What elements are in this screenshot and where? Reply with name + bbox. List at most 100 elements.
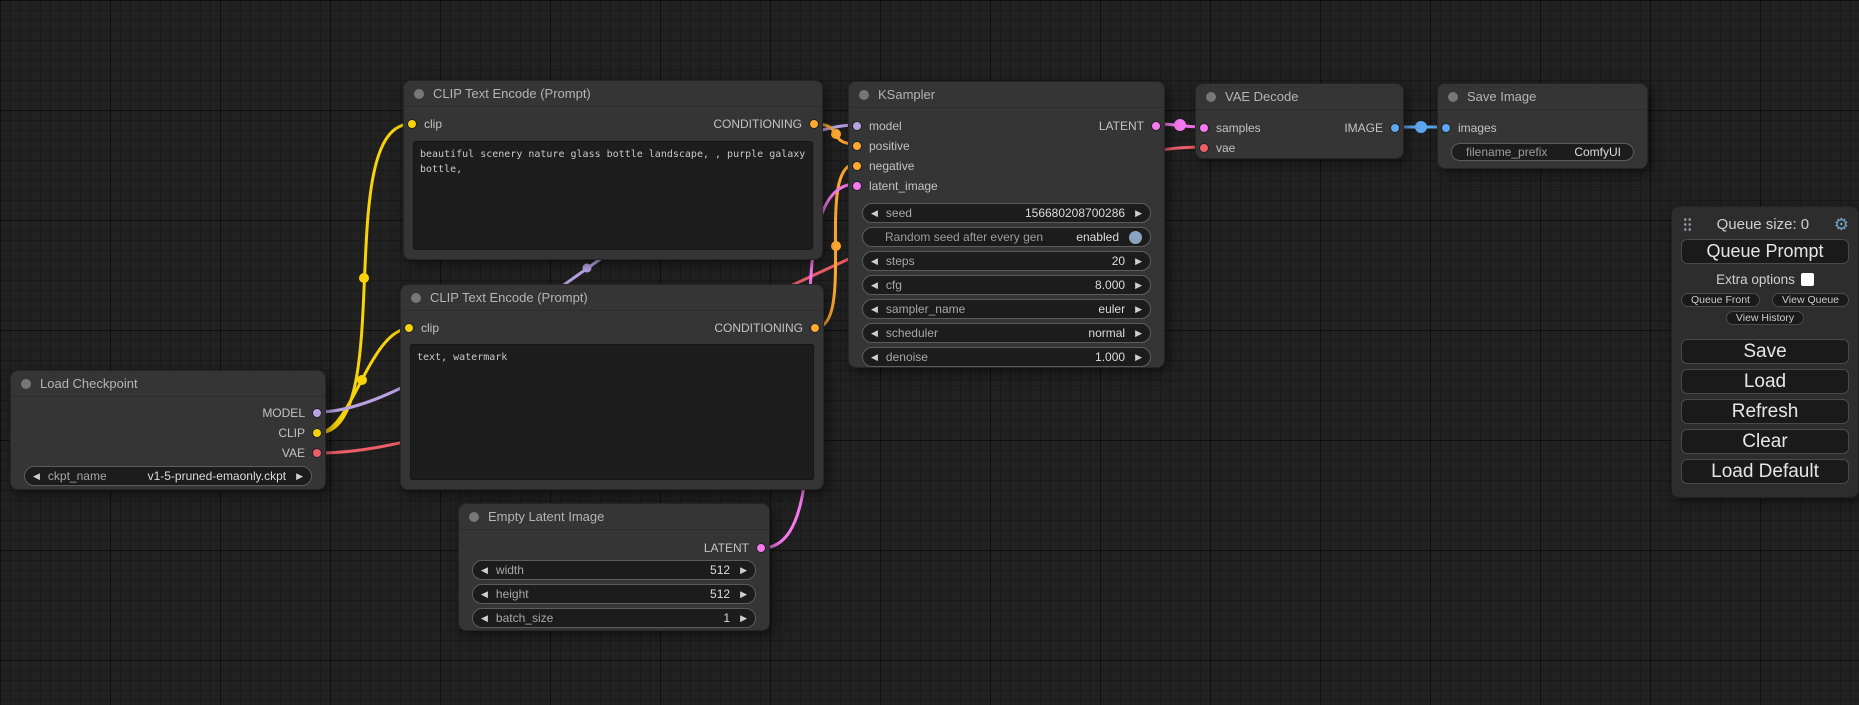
- queue-front-button[interactable]: Queue Front: [1681, 293, 1760, 307]
- input-slot-samples[interactable]: samples: [1199, 121, 1261, 135]
- model-input-dot[interactable]: [852, 121, 862, 131]
- samples-input-dot[interactable]: [1199, 123, 1209, 133]
- decrement-arrow-icon[interactable]: ◀: [871, 304, 878, 315]
- toggle-circle-icon[interactable]: [1129, 231, 1142, 244]
- input-slot-clip[interactable]: clip: [407, 117, 442, 131]
- save-button[interactable]: Save: [1681, 339, 1849, 364]
- output-slot-image[interactable]: IMAGE: [1344, 121, 1400, 135]
- widget-ckpt-name[interactable]: ◀ ckpt_name v1-5-pruned-emaonly.ckpt ▶: [24, 466, 312, 486]
- input-slot-positive[interactable]: positive: [852, 139, 910, 153]
- decrement-arrow-icon[interactable]: ◀: [871, 208, 878, 219]
- node-load-checkpoint[interactable]: Load Checkpoint MODEL CLIP VAE ◀ ckpt_na…: [10, 370, 326, 490]
- collapse-dot-icon[interactable]: [414, 89, 424, 99]
- widget-seed[interactable]: ◀ seed 156680208700286 ▶: [862, 203, 1151, 223]
- negative-prompt-textarea[interactable]: text, watermark: [410, 344, 814, 480]
- input-slot-model[interactable]: model: [852, 119, 902, 133]
- widget-sampler-name[interactable]: ◀ sampler_name euler ▶: [862, 299, 1151, 319]
- view-history-button[interactable]: View History: [1726, 311, 1804, 325]
- widget-steps[interactable]: ◀ steps 20 ▶: [862, 251, 1151, 271]
- node-titlebar[interactable]: KSampler: [849, 82, 1164, 108]
- extra-options-checkbox[interactable]: [1801, 273, 1814, 286]
- input-slot-latent-image[interactable]: latent_image: [852, 179, 938, 193]
- queue-prompt-button[interactable]: Queue Prompt: [1681, 239, 1849, 264]
- widget-cfg[interactable]: ◀ cfg 8.000 ▶: [862, 275, 1151, 295]
- node-titlebar[interactable]: VAE Decode: [1196, 84, 1403, 110]
- node-empty-latent-image[interactable]: Empty Latent Image LATENT ◀ width 512 ▶ …: [458, 503, 770, 631]
- output-slot-conditioning[interactable]: CONDITIONING: [713, 117, 819, 131]
- node-titlebar[interactable]: Load Checkpoint: [11, 371, 325, 397]
- collapse-dot-icon[interactable]: [469, 512, 479, 522]
- widget-batch-size[interactable]: ◀ batch_size 1 ▶: [472, 608, 756, 628]
- vae-output-dot[interactable]: [312, 448, 322, 458]
- refresh-button[interactable]: Refresh: [1681, 399, 1849, 424]
- output-slot-model[interactable]: MODEL: [262, 406, 322, 420]
- clip-input-dot[interactable]: [407, 119, 417, 129]
- decrement-arrow-icon[interactable]: ◀: [481, 565, 488, 576]
- output-slot-conditioning[interactable]: CONDITIONING: [714, 321, 820, 335]
- widget-width[interactable]: ◀ width 512 ▶: [472, 560, 756, 580]
- decrement-arrow-icon[interactable]: ◀: [481, 589, 488, 600]
- decrement-arrow-icon[interactable]: ◀: [871, 256, 878, 267]
- node-titlebar[interactable]: Empty Latent Image: [459, 504, 769, 530]
- node-clip-text-encode-negative[interactable]: CLIP Text Encode (Prompt) clip CONDITION…: [400, 284, 824, 490]
- increment-arrow-icon[interactable]: ▶: [1135, 280, 1142, 291]
- decrement-arrow-icon[interactable]: ◀: [871, 280, 878, 291]
- node-save-image[interactable]: Save Image images filename_prefix ComfyU…: [1437, 83, 1648, 169]
- decrement-arrow-icon[interactable]: ◀: [871, 352, 878, 363]
- output-slot-latent[interactable]: LATENT: [704, 541, 766, 555]
- increment-arrow-icon[interactable]: ▶: [740, 589, 747, 600]
- clip-input-dot[interactable]: [404, 323, 414, 333]
- negative-input-dot[interactable]: [852, 161, 862, 171]
- latent-output-dot[interactable]: [1151, 121, 1161, 131]
- widget-filename-prefix[interactable]: filename_prefix ComfyUI: [1451, 143, 1634, 161]
- increment-arrow-icon[interactable]: ▶: [1135, 256, 1142, 267]
- decrement-arrow-icon[interactable]: ◀: [871, 328, 878, 339]
- view-queue-button[interactable]: View Queue: [1772, 293, 1849, 307]
- widget-height[interactable]: ◀ height 512 ▶: [472, 584, 756, 604]
- widget-scheduler[interactable]: ◀ scheduler normal ▶: [862, 323, 1151, 343]
- load-button[interactable]: Load: [1681, 369, 1849, 394]
- collapse-dot-icon[interactable]: [859, 90, 869, 100]
- collapse-dot-icon[interactable]: [1448, 92, 1458, 102]
- positive-prompt-textarea[interactable]: beautiful scenery nature glass bottle la…: [413, 141, 813, 250]
- input-slot-images[interactable]: images: [1441, 121, 1497, 135]
- positive-input-dot[interactable]: [852, 141, 862, 151]
- latent-image-input-dot[interactable]: [852, 181, 862, 191]
- conditioning-output-dot[interactable]: [810, 323, 820, 333]
- input-slot-clip[interactable]: clip: [404, 321, 439, 335]
- widget-random-seed-toggle[interactable]: Random seed after every gen enabled: [862, 227, 1151, 247]
- model-output-dot[interactable]: [312, 408, 322, 418]
- collapse-dot-icon[interactable]: [1206, 92, 1216, 102]
- decrement-arrow-icon[interactable]: ◀: [481, 613, 488, 624]
- input-slot-vae[interactable]: vae: [1199, 141, 1235, 155]
- input-slot-negative[interactable]: negative: [852, 159, 914, 173]
- increment-arrow-icon[interactable]: ▶: [740, 565, 747, 576]
- node-titlebar[interactable]: Save Image: [1438, 84, 1647, 110]
- clear-button[interactable]: Clear: [1681, 429, 1849, 454]
- node-ksampler[interactable]: KSampler model LATENT positive negative …: [848, 81, 1165, 368]
- node-titlebar[interactable]: CLIP Text Encode (Prompt): [401, 285, 823, 311]
- node-clip-text-encode-positive[interactable]: CLIP Text Encode (Prompt) clip CONDITION…: [403, 80, 823, 260]
- load-default-button[interactable]: Load Default: [1681, 459, 1849, 484]
- clip-output-dot[interactable]: [312, 428, 322, 438]
- increment-arrow-icon[interactable]: ▶: [1135, 328, 1142, 339]
- output-slot-latent[interactable]: LATENT: [1099, 119, 1161, 133]
- output-slot-vae[interactable]: VAE: [282, 446, 322, 460]
- widget-denoise[interactable]: ◀ denoise 1.000 ▶: [862, 347, 1151, 367]
- increment-arrow-icon[interactable]: ▶: [1135, 208, 1142, 219]
- decrement-arrow-icon[interactable]: ◀: [33, 471, 40, 482]
- collapse-dot-icon[interactable]: [411, 293, 421, 303]
- latent-output-dot[interactable]: [756, 543, 766, 553]
- collapse-dot-icon[interactable]: [21, 379, 31, 389]
- output-slot-clip[interactable]: CLIP: [278, 426, 322, 440]
- increment-arrow-icon[interactable]: ▶: [1135, 304, 1142, 315]
- drag-handle-icon[interactable]: [1683, 217, 1692, 232]
- image-output-dot[interactable]: [1390, 123, 1400, 133]
- conditioning-output-dot[interactable]: [809, 119, 819, 129]
- vae-input-dot[interactable]: [1199, 143, 1209, 153]
- node-vae-decode[interactable]: VAE Decode samples IMAGE vae: [1195, 83, 1404, 159]
- increment-arrow-icon[interactable]: ▶: [740, 613, 747, 624]
- images-input-dot[interactable]: [1441, 123, 1451, 133]
- increment-arrow-icon[interactable]: ▶: [296, 471, 303, 482]
- gear-icon[interactable]: ⚙: [1834, 216, 1849, 233]
